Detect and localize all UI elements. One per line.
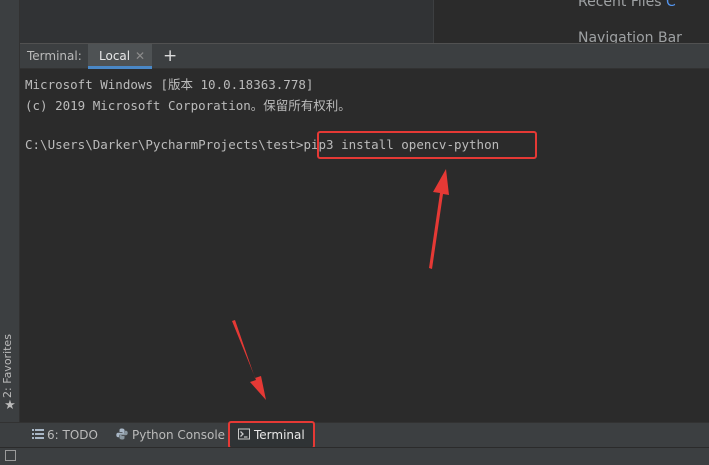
- recent-files-hint: Recent Files C: [578, 0, 676, 10]
- favorites-tool-tab[interactable]: 2: Favorites ★: [0, 330, 19, 420]
- editor-gutter-area: [20, 0, 433, 43]
- bottom-tool-bar: 6: TODO Python Console Terminal: [0, 422, 709, 447]
- favorites-label: 2: Favorites: [1, 334, 14, 398]
- star-icon: ★: [4, 398, 16, 413]
- toggle-tool-windows-icon[interactable]: [5, 450, 16, 461]
- terminal-output[interactable]: Microsoft Windows [版本 10.0.18363.778] (c…: [20, 69, 709, 422]
- status-bar: [0, 447, 709, 465]
- command-highlight-box: [317, 131, 537, 159]
- terminal-line: (c) 2019 Microsoft Corporation。保留所有权利。: [25, 98, 351, 113]
- terminal-prompt: C:\Users\Darker\PycharmProjects\test>: [25, 137, 304, 152]
- arrow-annotation-icon: [232, 320, 266, 400]
- terminal-header: Terminal: Local ✕ +: [20, 43, 709, 69]
- list-icon: [32, 429, 44, 439]
- arrow-annotation-icon: [429, 169, 449, 269]
- new-session-plus-icon[interactable]: +: [163, 45, 177, 67]
- recent-files-hint-text: Recent Files: [578, 0, 662, 10]
- todo-label: 6: TODO: [47, 428, 98, 442]
- recent-files-shortcut: C: [666, 0, 676, 10]
- python-console-label: Python Console: [132, 428, 226, 442]
- terminal-button-highlight-box: [228, 421, 315, 449]
- editor-divider: [433, 0, 434, 43]
- terminal-tab-local[interactable]: Local ✕: [88, 44, 152, 69]
- left-tool-strip: 2: Favorites ★: [0, 0, 20, 446]
- python-icon: [116, 428, 128, 440]
- python-console-tool-button[interactable]: Python Console: [113, 423, 225, 447]
- close-icon[interactable]: ✕: [135, 49, 145, 63]
- terminal-title: Terminal:: [27, 49, 82, 63]
- terminal-line: Microsoft Windows [版本 10.0.18363.778]: [25, 77, 314, 92]
- todo-tool-button[interactable]: 6: TODO: [30, 423, 100, 447]
- terminal-tab-label: Local: [99, 49, 131, 63]
